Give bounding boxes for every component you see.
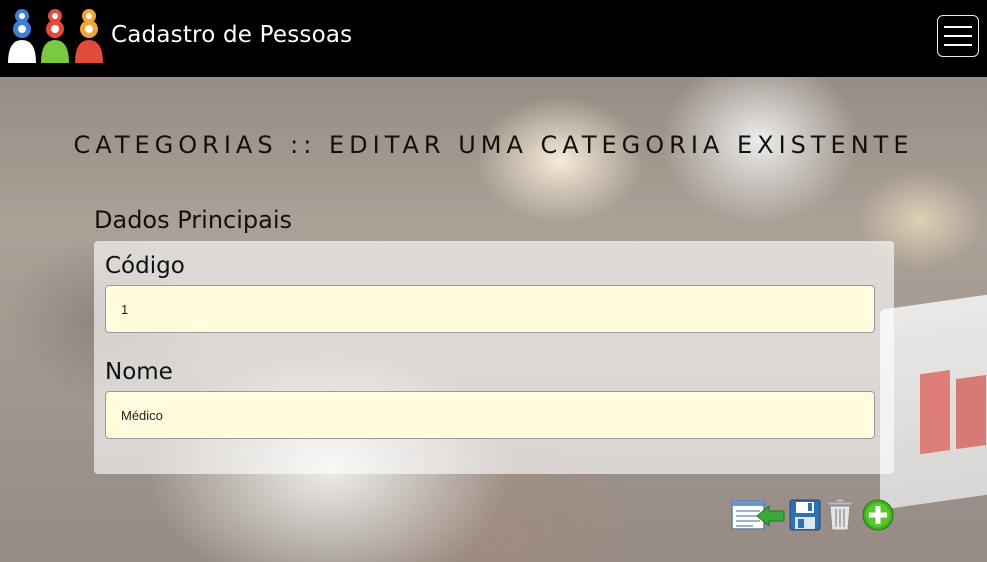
section-title: Dados Principais [94, 206, 293, 234]
trash-icon[interactable] [826, 498, 854, 532]
hamburger-menu-icon[interactable] [937, 15, 979, 57]
nome-label: Nome [105, 359, 173, 385]
codigo-input[interactable] [105, 285, 875, 333]
navbar: Cadastro de Pessoas [0, 0, 987, 77]
menu-bar [944, 26, 972, 28]
brand-title[interactable]: Cadastro de Pessoas [111, 22, 352, 48]
codigo-label: Código [105, 253, 185, 279]
form-card [94, 241, 894, 474]
menu-bar [944, 44, 972, 46]
plus-circle-icon[interactable] [862, 498, 894, 532]
floppy-disk-icon[interactable] [789, 498, 821, 532]
list-back-arrow-icon[interactable] [731, 498, 785, 532]
people-group-icon[interactable] [5, 7, 107, 63]
page-title: CATEGORIAS :: EDITAR UMA CATEGORIA EXIST… [73, 131, 914, 159]
nome-input[interactable] [105, 391, 875, 439]
menu-bar [944, 35, 972, 37]
